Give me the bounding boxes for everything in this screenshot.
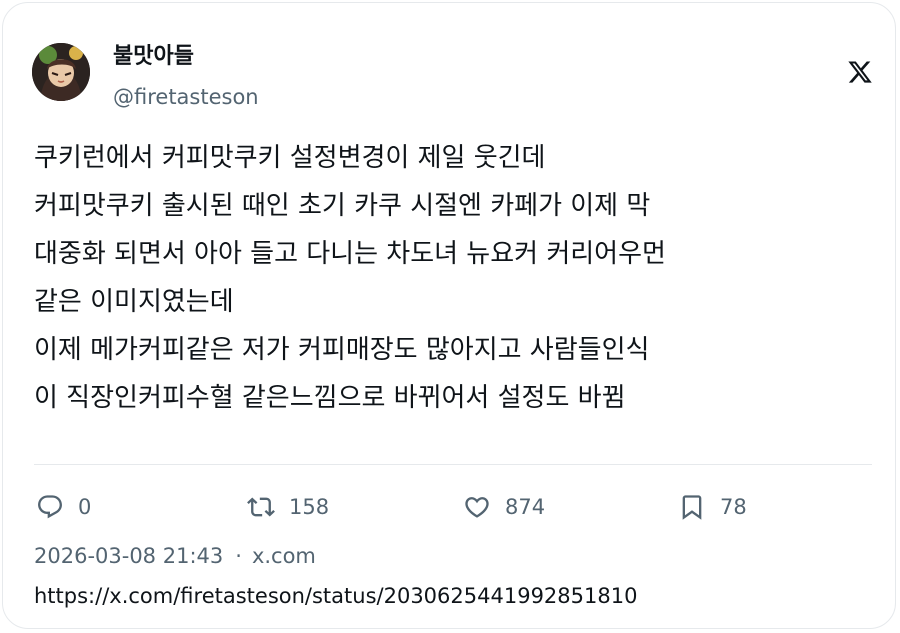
like-button[interactable]: 874: [463, 487, 545, 527]
retweet-button[interactable]: 158: [247, 487, 329, 527]
reply-count: 0: [78, 495, 92, 519]
reply-button[interactable]: 0: [36, 487, 91, 527]
tweet-meta: 2026-03-08 21:43 · x.com: [34, 541, 316, 571]
tweet-card: 불맛아들 @firetasteson 쿠키런에서 커피맛쿠키 설정변경이 제일 …: [2, 2, 896, 629]
avatar[interactable]: [32, 43, 90, 101]
tweet-url[interactable]: https://x.com/firetasteson/status/203062…: [34, 581, 637, 611]
tweet-line: 이제 메가커피같은 저가 커피매장도 많아지고 사람들인식: [34, 335, 650, 365]
tweet-text: 쿠키런에서 커피맛쿠키 설정변경이 제일 웃긴데 커피맛쿠키 출시된 때인 초기…: [34, 134, 884, 422]
tweet-line: 같은 이미지였는데: [34, 287, 234, 317]
retweet-count: 158: [289, 495, 330, 519]
retweet-icon: [247, 497, 275, 517]
avatar-image: [32, 43, 90, 101]
divider: [34, 464, 872, 465]
source[interactable]: x.com: [252, 544, 316, 568]
bookmark-button[interactable]: 78: [678, 487, 747, 527]
tweet-line: 커피맛쿠키 출시된 때인 초기 카쿠 시절엔 카페가 이제 막: [34, 191, 651, 221]
tweet-line: 이 직장인커피수혈 같은느낌으로 바뀌어서 설정도 바뀜: [34, 383, 626, 413]
display-name[interactable]: 불맛아들: [113, 43, 194, 71]
x-logo-icon[interactable]: [847, 59, 873, 85]
tweet-line: 쿠키런에서 커피맛쿠키 설정변경이 제일 웃긴데: [34, 143, 546, 173]
reply-icon: [38, 495, 62, 519]
timestamp[interactable]: 2026-03-08 21:43: [34, 544, 223, 568]
bookmark-icon: [682, 495, 702, 520]
heart-icon: [465, 497, 489, 518]
meta-separator: ·: [235, 544, 242, 568]
bookmark-count: 78: [720, 495, 747, 519]
tweet-line: 대중화 되면서 아아 들고 다니는 차도녀 뉴요커 커리어우먼: [34, 239, 666, 269]
handle[interactable]: @firetasteson: [113, 83, 259, 111]
like-count: 874: [505, 495, 546, 519]
